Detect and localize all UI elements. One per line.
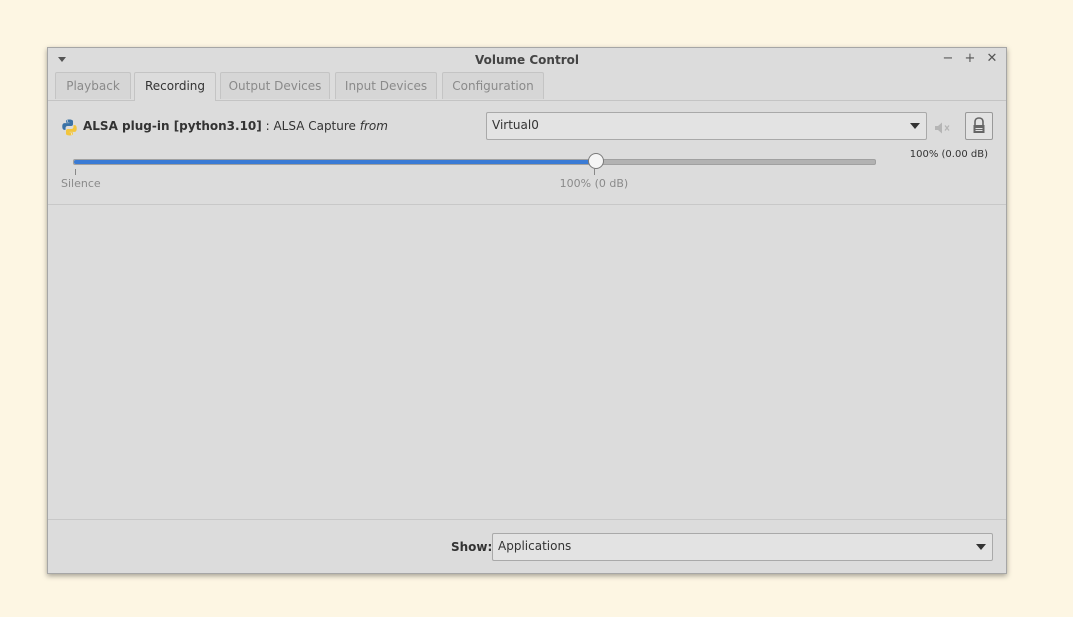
tab-configuration[interactable]: Configuration: [442, 72, 544, 99]
volume-slider-fill: [74, 160, 595, 164]
tick-silence: [75, 169, 76, 175]
lock-channels-button[interactable]: [965, 112, 993, 140]
volume-control-window: Volume Control − + ✕ Playback Recording …: [47, 47, 1007, 574]
source-select-value: Virtual0: [492, 118, 539, 132]
tick-label-norm: 100% (0 dB): [559, 177, 629, 190]
tick-label-silence: Silence: [61, 177, 101, 190]
lock-icon: [973, 117, 985, 133]
tab-output-devices[interactable]: Output Devices: [220, 72, 330, 99]
recording-stream: ALSA plug-in [python3.10] : ALSA Capture…: [48, 101, 1006, 205]
python-icon: [62, 119, 77, 136]
source-select[interactable]: Virtual0: [486, 112, 927, 140]
close-button[interactable]: ✕: [984, 51, 1000, 67]
maximize-button[interactable]: +: [962, 51, 978, 67]
stream-name: ALSA Capture: [273, 119, 356, 133]
stream-from-label: from: [359, 119, 388, 133]
stream-title: ALSA plug-in [python3.10] : ALSA Capture…: [83, 119, 388, 133]
show-select-value: Applications: [498, 539, 572, 553]
stream-app-name: ALSA plug-in [python3.10]: [83, 119, 262, 133]
tab-input-devices[interactable]: Input Devices: [335, 72, 437, 99]
window-title: Volume Control: [475, 53, 579, 67]
volume-slider[interactable]: [73, 153, 876, 169]
speaker-muted-icon[interactable]: [933, 121, 953, 135]
volume-readout: 100% (0.00 dB): [909, 149, 988, 160]
show-select[interactable]: Applications: [492, 533, 993, 561]
tick-norm: [593, 169, 595, 175]
tab-playback[interactable]: Playback: [55, 72, 131, 99]
footer-bar: Show: Applications: [48, 519, 1006, 574]
volume-slider-handle[interactable]: [587, 153, 604, 169]
show-label: Show:: [451, 540, 493, 554]
chevron-down-icon: [976, 544, 986, 550]
tab-recording[interactable]: Recording: [134, 72, 216, 101]
stream-separator: :: [265, 119, 270, 133]
chevron-down-icon: [910, 123, 920, 129]
tab-bar: Playback Recording Output Devices Input …: [48, 72, 1006, 101]
minimize-button[interactable]: −: [940, 51, 956, 67]
title-bar[interactable]: Volume Control − + ✕: [48, 48, 1006, 72]
